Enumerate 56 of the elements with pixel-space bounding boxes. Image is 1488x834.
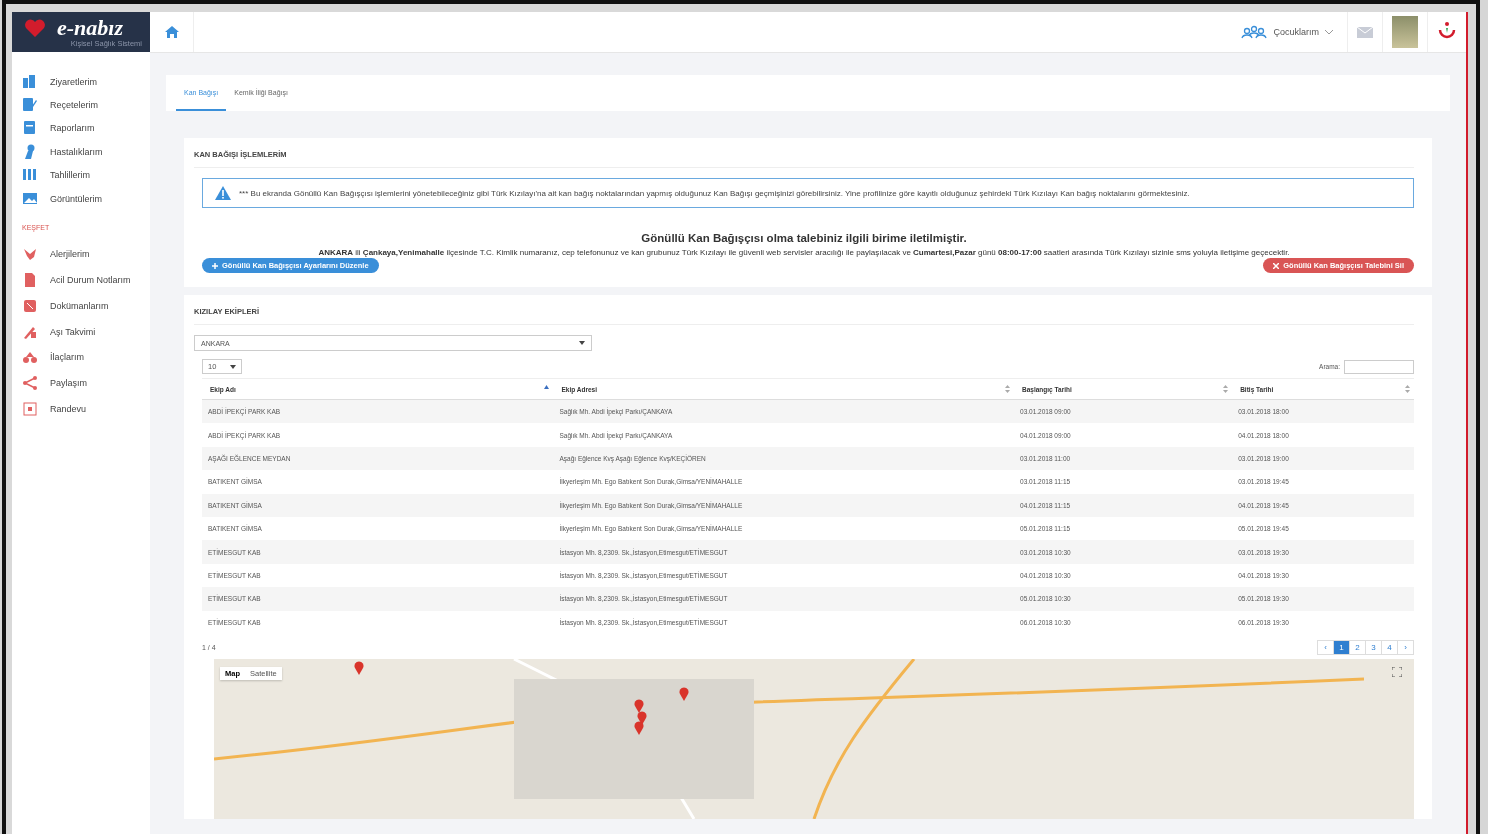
heart-icon <box>24 18 46 38</box>
sidebar-item[interactable]: Acil Durum Notlarım <box>22 267 150 293</box>
sidebar-label: Alerjilerim <box>50 249 90 260</box>
caret-icon <box>579 341 585 345</box>
prescription-icon <box>22 97 38 114</box>
caret-icon <box>230 364 236 369</box>
sidebar-label: Reçetelerim <box>50 100 98 111</box>
sidebar-item[interactable]: Ziyaretlerim <box>22 70 150 94</box>
alert-text: *** Bu ekranda Gönüllü Kan Bağışçısı işlemlerini yönetebileceğiniz gibi Türk Kızılayı'na ait kan bağış noktalarından yapmış olduğunuz Kan Bağışı geçmişinizi görebilirsiniz. Yine profilinize göre kayıtlı olduğunuz şehirdeki Türk Kızılayı Kan bağış noktalarını görmektesiniz. <box>239 188 1190 198</box>
calendar-icon <box>22 401 38 417</box>
sidebar-label: Tahlillerim <box>50 170 90 181</box>
sidebar-item[interactable]: Hastalıklarım <box>22 140 150 164</box>
sidebar-label: Dokümanlarım <box>50 300 109 311</box>
close-icon <box>1273 262 1280 269</box>
building-icon <box>22 73 38 90</box>
status-text: ANKARA ili Çankaya,Yenimahalle ilçesinde T.C. Kimlik numaranız, cep telefonunuz ve kan grubunuz Türk Kızılayı ile güvenli web servisler aracılığı ile paylaşılacak ve Cumartesi,Pazar günü 08:00-17:00 saatleri arasında Türk Kızılayı sizinle sms yoluyla iletişime geçecektir. <box>317 248 1291 257</box>
sidebar-item[interactable]: Reçetelerim <box>22 93 150 117</box>
search-field[interactable] <box>1344 359 1414 374</box>
sidebar-label: Görüntülerim <box>50 193 103 204</box>
avatar-placeholder[interactable] <box>1392 16 1418 48</box>
fullscreen-icon[interactable] <box>1392 666 1402 677</box>
plus-icon <box>212 262 218 269</box>
sidebar-label: Acil Durum Notlarım <box>50 275 131 286</box>
sidebar-item[interactable]: Dokümanlarım <box>22 292 150 319</box>
people-icon <box>1241 25 1268 39</box>
chevron-icon <box>1325 29 1333 35</box>
home-icon <box>164 26 179 38</box>
map-pin-icon[interactable] <box>354 660 364 675</box>
map-pin-icon[interactable] <box>634 720 644 735</box>
sidebar-item[interactable]: Tahlillerim <box>22 163 150 187</box>
share-icon <box>22 375 38 392</box>
sidebar-item[interactable]: Aşı Takvimi <box>22 318 150 345</box>
sidebar-item[interactable]: Paylaşım <box>22 370 150 397</box>
children-menu[interactable]: Çocuklarım <box>1227 12 1347 52</box>
sidebar-item[interactable]: Randevu <box>22 396 150 422</box>
image-icon <box>22 190 38 207</box>
sidebar-item[interactable]: Görüntülerim <box>22 186 150 211</box>
sidebar-label: Ziyaretlerim <box>50 76 97 87</box>
sidebar-label: Randevu <box>50 404 87 414</box>
sidebar-item[interactable]: Alerjilerim <box>22 241 150 268</box>
next-page-button[interactable]: › <box>1397 639 1414 655</box>
sidebar-label: Paylaşım <box>50 378 87 389</box>
sidebar-label: Hastalıklarım <box>50 146 103 157</box>
document-icon <box>22 272 38 289</box>
sidebar-item[interactable]: İlaçlarım <box>22 344 150 371</box>
logo-name: e-nabız <box>56 16 123 39</box>
sidebar-label: İlaçlarım <box>50 352 84 363</box>
sidebar-label: Aşı Takvimi <box>50 326 96 337</box>
report-icon <box>22 120 38 137</box>
status-title: Gönüllü Kan Bağışçısı olma talebiniz ilgili birime iletilmiştir. <box>640 232 968 244</box>
warning-icon <box>215 186 231 200</box>
map-pin-icon[interactable] <box>679 686 689 701</box>
sidebar-item[interactable]: Raporlarım <box>22 116 150 141</box>
map-pin-icon[interactable] <box>637 710 647 725</box>
map-pin-icon[interactable] <box>634 698 644 713</box>
sidebar-label: Raporlarım <box>50 123 95 134</box>
